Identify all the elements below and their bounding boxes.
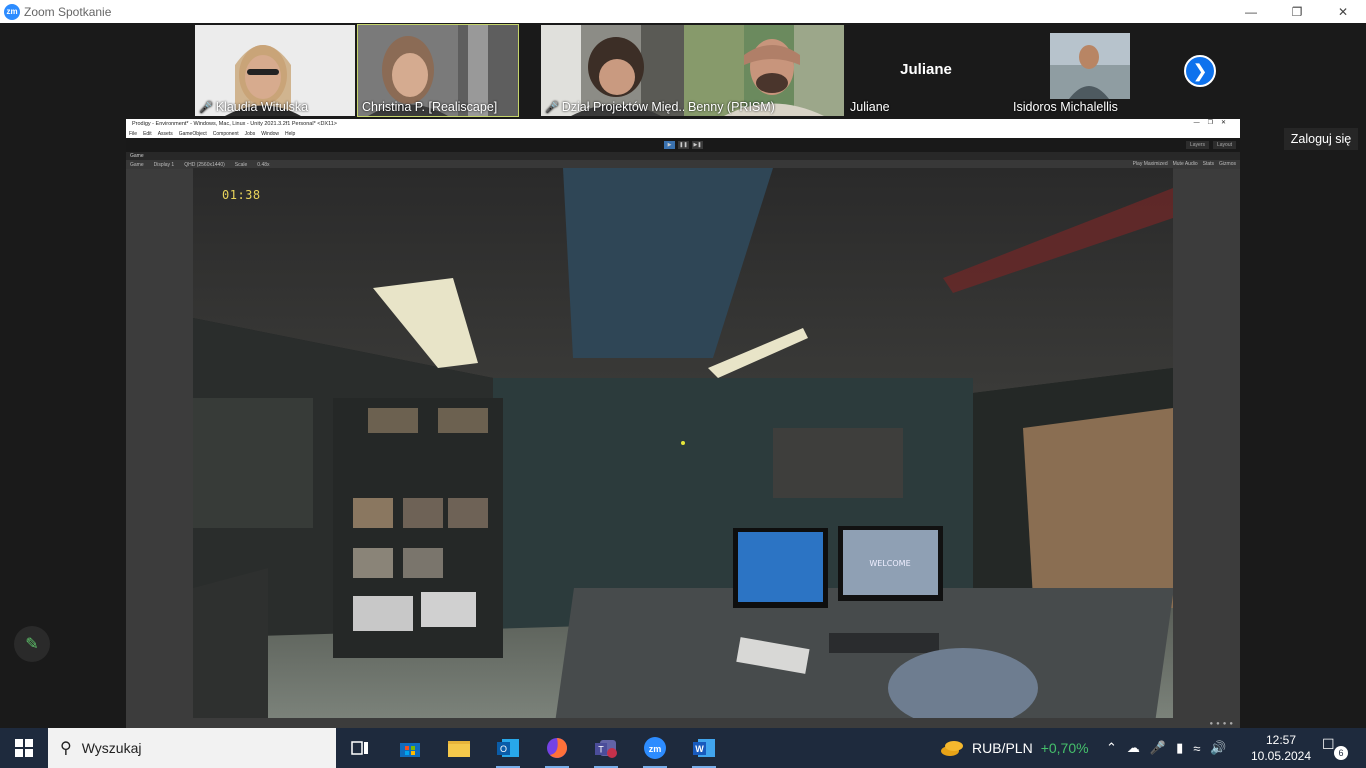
- monitor-welcome-text: WELCOME: [869, 559, 910, 568]
- notification-center-icon[interactable]: ☐ 6: [1322, 736, 1348, 760]
- show-hidden-icons-chevron-icon[interactable]: ⌃: [1106, 740, 1117, 756]
- file-explorer-icon[interactable]: [443, 732, 475, 764]
- firefox-icon[interactable]: [541, 732, 573, 768]
- microsoft-store-icon[interactable]: [394, 732, 426, 764]
- office-scene-render: WELCOME: [193, 168, 1173, 718]
- menu-edit[interactable]: Edit: [143, 131, 152, 137]
- participant-tile-no-video[interactable]: Juliane Juliane: [846, 25, 1006, 116]
- taskbar-search-box[interactable]: ⚲ Wyszukaj: [48, 728, 336, 768]
- game-tab[interactable]: Game: [126, 152, 1240, 160]
- system-tray: ⌃ ☁ 🎤 ▮ ≈ 🔊: [1106, 728, 1227, 768]
- game-dropdown[interactable]: Game: [130, 162, 144, 168]
- microphone-icon[interactable]: 🎤: [1150, 740, 1166, 756]
- muted-mic-icon: 🎤: [199, 101, 213, 114]
- close-button[interactable]: ✕: [1320, 0, 1366, 23]
- restore-button[interactable]: ❐: [1274, 0, 1320, 23]
- participant-avatar-name: Juliane: [900, 61, 952, 78]
- unity-toolbar: ▶ ❚❚ ▶❚ Layers Layout: [126, 138, 1240, 152]
- svg-text:T: T: [598, 745, 604, 755]
- taskbar: ⚲ Wyszukaj O T zm W RUB/PLN +0,70% ⌃ ☁ 🎤…: [0, 728, 1366, 768]
- outlook-icon[interactable]: O: [492, 732, 524, 768]
- menu-help[interactable]: Help: [285, 131, 295, 137]
- gizmos-toggle[interactable]: Gizmos: [1219, 161, 1236, 167]
- zoom-logo-icon: zm: [4, 3, 20, 20]
- menu-gameobject[interactable]: GameObject: [179, 131, 207, 137]
- menu-jobs[interactable]: Jobs: [245, 131, 256, 137]
- layout-dropdown[interactable]: Layout: [1212, 141, 1236, 149]
- participant-tile[interactable]: Benny (PRISM): [684, 25, 844, 116]
- resolution-dropdown[interactable]: QHD (2560x1440): [184, 162, 225, 168]
- participant-tile-active-speaker[interactable]: Christina P. [Realiscape]: [357, 24, 519, 117]
- menu-component[interactable]: Component: [213, 131, 239, 137]
- game-tab-label: Game: [130, 153, 144, 159]
- menu-assets[interactable]: Assets: [158, 131, 173, 137]
- game-timer: 01:38: [222, 188, 261, 202]
- ticker-change: +0,70%: [1040, 740, 1089, 756]
- sign-in-button[interactable]: Zaloguj się: [1284, 128, 1358, 150]
- participant-name: Isidoros Michalellis: [1013, 100, 1118, 114]
- mute-audio-toggle[interactable]: Mute Audio: [1173, 161, 1198, 167]
- participant-name: Juliane: [850, 100, 890, 114]
- currency-coins-icon: [941, 741, 963, 756]
- unity-status-icons: ●●●●: [1209, 721, 1236, 727]
- shared-screen: Prodigy - Environment* - Windows, Mac, L…: [126, 119, 1240, 729]
- battery-icon[interactable]: ▮: [1176, 740, 1183, 756]
- title-bar: zm Zoom Spotkanie — ❐ ✕: [0, 0, 1366, 23]
- next-page-arrow-icon[interactable]: ❯: [1184, 55, 1216, 87]
- participant-name: Christina P. [Realiscape]: [362, 100, 498, 114]
- participant-tile[interactable]: 🎤 Dział Projektów Międ...: [541, 25, 701, 116]
- minimize-button[interactable]: —: [1228, 0, 1274, 23]
- task-view-icon[interactable]: [344, 732, 376, 764]
- volume-icon[interactable]: 🔊: [1210, 740, 1226, 756]
- participant-tile[interactable]: 🎤 Klaudia Witulska: [195, 25, 355, 116]
- stock-ticker-widget[interactable]: RUB/PLN +0,70%: [940, 728, 1089, 768]
- play-icon[interactable]: ▶: [664, 141, 675, 149]
- wifi-icon[interactable]: ≈: [1193, 741, 1200, 756]
- scale-value: 0.48x: [257, 161, 270, 168]
- play-maximized-toggle[interactable]: Play Maximized: [1133, 161, 1168, 167]
- unity-menu-bar: File Edit Assets GameObject Component Jo…: [126, 129, 1240, 138]
- window-title: Zoom Spotkanie: [24, 4, 112, 19]
- stats-toggle[interactable]: Stats: [1203, 161, 1214, 167]
- teams-icon[interactable]: T: [590, 732, 622, 768]
- search-icon: ⚲: [60, 740, 72, 757]
- participant-tile[interactable]: Isidoros Michalellis: [1009, 25, 1169, 116]
- layers-dropdown[interactable]: Layers: [1185, 141, 1209, 149]
- pause-icon[interactable]: ❚❚: [678, 141, 689, 149]
- unity-title-bar: Prodigy - Environment* - Windows, Mac, L…: [126, 119, 1240, 129]
- step-icon[interactable]: ▶❚: [692, 141, 703, 149]
- svg-text:O: O: [500, 744, 507, 754]
- game-viewport[interactable]: WELCOME 01:38: [193, 168, 1173, 718]
- ticker-pair: RUB/PLN: [972, 740, 1033, 756]
- participant-name: Klaudia Witulska: [215, 100, 309, 114]
- participant-name: Dział Projektów Międ...: [561, 100, 689, 114]
- windows-start-icon[interactable]: [0, 728, 48, 768]
- notification-count-badge: 6: [1334, 746, 1348, 760]
- muted-mic-icon: 🎤: [545, 101, 559, 114]
- onedrive-cloud-icon[interactable]: ☁: [1127, 740, 1140, 756]
- annotate-pencil-icon[interactable]: ✎: [14, 626, 50, 662]
- svg-text:zm: zm: [649, 744, 662, 754]
- unity-window-controls: —❐✕: [1193, 120, 1234, 126]
- display-dropdown[interactable]: Display 1: [154, 162, 175, 168]
- clock-time: 12:57: [1265, 733, 1297, 747]
- menu-window[interactable]: Window: [261, 131, 279, 137]
- svg-text:W: W: [695, 744, 704, 754]
- word-icon[interactable]: W: [688, 732, 720, 768]
- menu-file[interactable]: File: [129, 131, 137, 137]
- participant-strip: 🎤 Klaudia Witulska Christina P. [Realisca…: [0, 23, 1366, 118]
- clock-date: 10.05.2024: [1250, 749, 1312, 763]
- scale-label: Scale: [234, 161, 248, 168]
- participant-name: Benny (PRISM): [688, 100, 775, 114]
- taskbar-clock[interactable]: 12:57 10.05.2024: [1250, 732, 1312, 764]
- zoom-app-icon[interactable]: zm: [639, 732, 671, 768]
- unity-window-title: Prodigy - Environment* - Windows, Mac, L…: [132, 121, 338, 127]
- search-placeholder: Wyszukaj: [81, 740, 142, 756]
